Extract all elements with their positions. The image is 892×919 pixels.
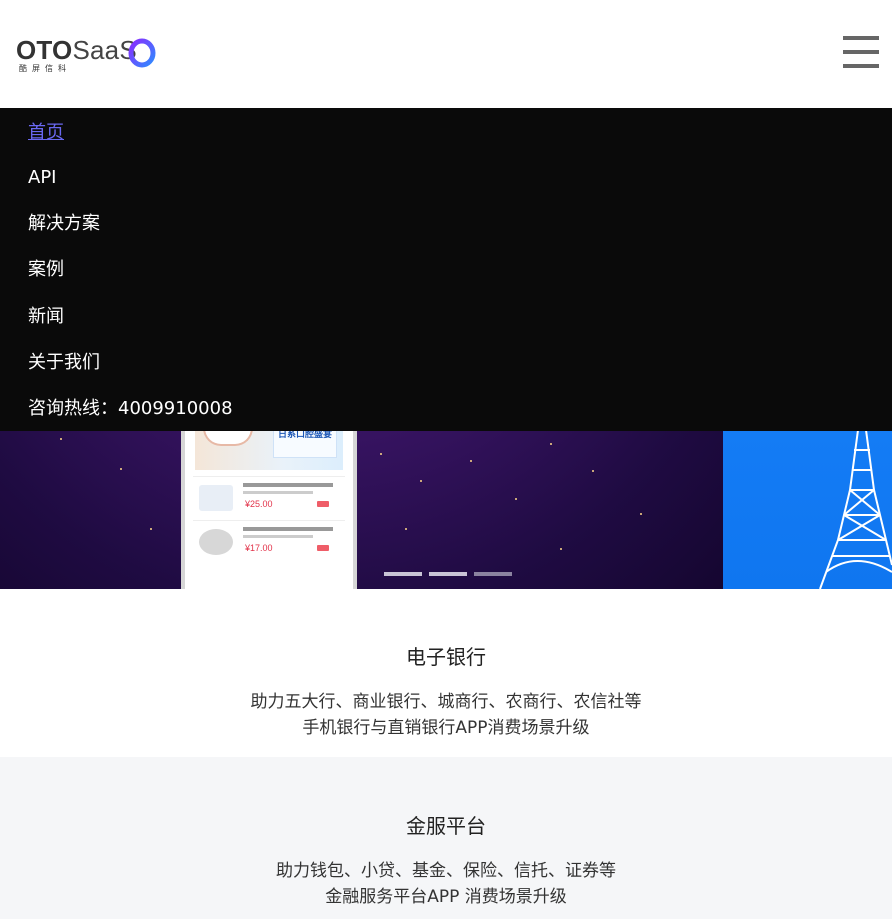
carousel-indicators [384,572,514,576]
menu-item-api[interactable]: API [28,166,56,190]
product-item: ¥17.00 [193,520,345,562]
star-decoration [470,460,472,462]
product-tag [317,501,329,507]
logo-text: OTOSaaS [16,34,137,66]
star-decoration [120,468,122,470]
menu-item-cases[interactable]: 案例 [28,258,64,282]
carousel-dot[interactable] [474,572,512,576]
eiffel-tower-illustration [819,430,892,589]
product-thumb [199,529,233,555]
hamburger-icon[interactable] [843,36,879,68]
menu-item-news[interactable]: 新闻 [28,305,64,329]
star-decoration [60,438,62,440]
product-item: ¥25.00 [193,476,345,518]
menu-item-hotline[interactable]: 咨询热线：4009910008 [28,397,233,421]
phone-mockup: 日系口腔盛宴 ¥25.00 ¥17.00 [181,408,357,589]
section-ebanking: 电子银行 助力五大行、商业银行、城商行、农商行、农信社等 手机银行与直销银行AP… [0,589,892,757]
product-price: ¥25.00 [245,499,273,509]
site-header: OTOSaaS 酷屏信科 [0,0,892,108]
section-desc-line: 金融服务平台APP 消费场景升级 [325,887,567,907]
nav-menu: 首页 API 解决方案 案例 新闻 关于我们 咨询热线：4009910008 [0,108,892,431]
star-decoration [515,498,517,500]
logo-ring-icon [128,38,156,68]
section-desc-line: 助力钱包、小贷、基金、保险、信托、证券等 [276,861,616,881]
section-finance-platform: 金服平台 助力钱包、小贷、基金、保险、信托、证券等 金融服务平台APP 消费场景… [0,757,892,919]
product-title-line [243,483,333,487]
hamburger-bar [843,50,879,54]
menu-item-solutions[interactable]: 解决方案 [28,212,100,236]
star-decoration [592,470,594,472]
hamburger-bar [843,64,879,68]
section-desc-line: 助力五大行、商业银行、城商行、农商行、农信社等 [250,692,642,712]
star-decoration [420,480,422,482]
product-tag [317,545,329,551]
product-title-line [243,527,333,531]
star-decoration [560,548,562,550]
carousel-dot[interactable] [384,572,422,576]
star-decoration [380,453,382,455]
logo[interactable]: OTOSaaS 酷屏信科 [16,34,166,78]
hamburger-bar [843,36,879,40]
product-desc-line [243,535,313,538]
product-thumb [199,485,233,511]
logo-subtitle: 酷屏信科 [19,64,71,73]
menu-item-about[interactable]: 关于我们 [28,351,100,375]
star-decoration [550,443,552,445]
carousel-dot[interactable] [429,572,467,576]
star-decoration [640,513,642,515]
star-decoration [405,528,407,530]
section-desc-line: 手机银行与直销银行APP消费场景升级 [302,718,590,738]
product-price: ¥17.00 [245,543,273,553]
section-title: 电子银行 [406,645,486,669]
product-desc-line [243,491,313,494]
logo-text-bold: OTO [16,35,73,65]
section-title: 金服平台 [406,814,486,838]
menu-item-home[interactable]: 首页 [28,121,64,145]
star-decoration [150,528,152,530]
